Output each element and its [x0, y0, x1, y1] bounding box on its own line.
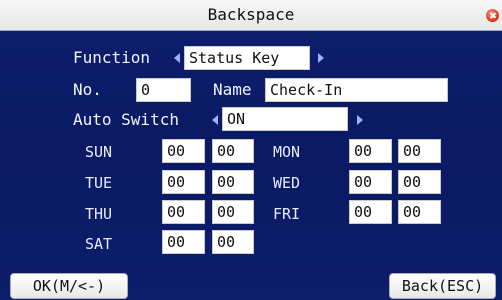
day-label-mon: MON — [273, 143, 301, 161]
fri-hour-input[interactable]: 00 — [349, 200, 392, 224]
auto-switch-next-arrow-icon[interactable] — [357, 115, 363, 125]
day-label-fri: FRI — [273, 205, 301, 223]
day-label-wed: WED — [273, 174, 301, 192]
function-select[interactable]: Status Key — [184, 46, 310, 70]
name-input[interactable]: Check-In — [265, 78, 448, 102]
tue-hour-input[interactable]: 00 — [162, 170, 205, 194]
mon-hour-input[interactable]: 00 — [349, 139, 392, 163]
sat-minute-input[interactable]: 00 — [212, 230, 254, 254]
day-label-sat: SAT — [85, 235, 113, 253]
ok-button[interactable]: OK(M/<-) — [10, 273, 128, 299]
wed-minute-input[interactable]: 00 — [398, 170, 441, 194]
window-title: Backspace — [207, 5, 295, 24]
thu-minute-input[interactable]: 00 — [212, 200, 254, 224]
no-label: No. — [73, 80, 102, 99]
device-screen: Backspace Function Status Key No. 0 Name… — [0, 0, 502, 300]
auto-switch-select[interactable]: ON — [222, 107, 348, 131]
name-label: Name — [213, 80, 252, 99]
auto-switch-label: Auto Switch — [73, 110, 179, 129]
mon-minute-input[interactable]: 00 — [398, 139, 441, 163]
no-input[interactable]: 0 — [136, 78, 191, 102]
tue-minute-input[interactable]: 00 — [212, 170, 254, 194]
auto-switch-prev-arrow-icon[interactable] — [212, 115, 218, 125]
day-label-tue: TUE — [85, 174, 113, 192]
fri-minute-input[interactable]: 00 — [398, 200, 441, 224]
function-next-arrow-icon[interactable] — [318, 53, 324, 63]
wed-hour-input[interactable]: 00 — [349, 170, 392, 194]
sun-hour-input[interactable]: 00 — [162, 139, 205, 163]
close-icon[interactable] — [486, 9, 499, 22]
day-label-thu: THU — [85, 205, 113, 223]
function-label: Function — [73, 48, 151, 67]
back-button[interactable]: Back(ESC) — [389, 273, 496, 299]
function-prev-arrow-icon[interactable] — [174, 53, 180, 63]
thu-hour-input[interactable]: 00 — [162, 200, 205, 224]
title-bar: Backspace — [0, 0, 502, 31]
sat-hour-input[interactable]: 00 — [162, 230, 205, 254]
day-label-sun: SUN — [85, 143, 113, 161]
sun-minute-input[interactable]: 00 — [212, 139, 254, 163]
